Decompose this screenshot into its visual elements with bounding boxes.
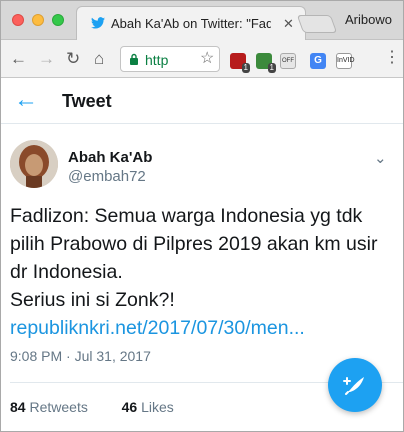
likes-count[interactable]: 46	[122, 399, 138, 415]
browser-titlebar: Abah Ka'Ab on Twitter: "Fadli ✕ Aribowo	[0, 0, 404, 40]
back-icon[interactable]: ←	[10, 49, 27, 69]
author-handle[interactable]: @embah72	[68, 168, 146, 185]
page-title: Tweet	[62, 91, 112, 111]
url-text: http	[145, 52, 169, 68]
profile-name[interactable]: Aribowo	[345, 12, 392, 27]
close-window-button[interactable]	[12, 14, 24, 26]
new-tab-button[interactable]	[296, 15, 338, 33]
tab-title: Abah Ka'Ab on Twitter: "Fadli	[111, 16, 271, 31]
author-name[interactable]: Abah Ka'Ab	[68, 149, 152, 166]
kebab-menu-icon[interactable]: ⋮	[384, 50, 400, 66]
zoom-window-button[interactable]	[52, 14, 64, 26]
tweet-link[interactable]: republiknkri.net/2017/07/30/men...	[10, 314, 394, 342]
tab-close-icon[interactable]: ✕	[283, 16, 294, 32]
reload-icon[interactable]: ↻	[66, 49, 80, 69]
tweet-text: Fadlizon: Semua warga Indonesia yg tdk p…	[10, 202, 394, 342]
invid-extension-icon[interactable]: InVID	[336, 53, 355, 69]
likes-label[interactable]: Likes	[141, 399, 174, 415]
tweet-line: Fadlizon: Semua warga Indonesia yg tdk	[10, 205, 363, 227]
forward-icon[interactable]: →	[38, 49, 55, 69]
tweet-stats: 84 Retweets 46 Likes	[10, 399, 174, 415]
browser-toolbar: ← → ↻ ⌂ http ☆ 1 1 OFF G InVID ⋮	[0, 40, 404, 78]
translate-extension-icon[interactable]: G	[310, 53, 326, 69]
avatar-image	[10, 140, 58, 188]
twitter-bird-icon	[91, 17, 105, 29]
compose-tweet-button[interactable]	[328, 358, 382, 412]
back-arrow-icon[interactable]: ←	[14, 86, 38, 114]
retweets-label[interactable]: Retweets	[29, 399, 87, 415]
avatar[interactable]	[10, 140, 58, 188]
ublock-extension-icon[interactable]: 1	[230, 53, 250, 73]
minimize-window-button[interactable]	[32, 14, 44, 26]
tweet-line: pilih Prabowo di Pilpres 2019 akan km us…	[10, 233, 378, 255]
tweet-page-header: ← Tweet	[0, 78, 404, 124]
tweet-line: dr Indonesia.	[10, 261, 123, 283]
star-icon[interactable]: ☆	[200, 48, 214, 68]
tweet-line: Serius ini si Zonk?!	[10, 289, 175, 311]
chevron-down-icon[interactable]: ⌄	[374, 149, 387, 167]
green-extension-icon[interactable]: 1	[256, 53, 276, 73]
home-icon[interactable]: ⌂	[94, 49, 104, 69]
compose-tweet-icon	[343, 377, 364, 395]
lock-icon	[130, 53, 138, 65]
tweet-timestamp[interactable]: 9:08 PM · Jul 31, 2017	[10, 348, 151, 364]
off-extension-icon[interactable]: OFF	[280, 53, 296, 69]
browser-tab[interactable]: Abah Ka'Ab on Twitter: "Fadli ✕	[76, 6, 306, 40]
retweets-count[interactable]: 84	[10, 399, 26, 415]
